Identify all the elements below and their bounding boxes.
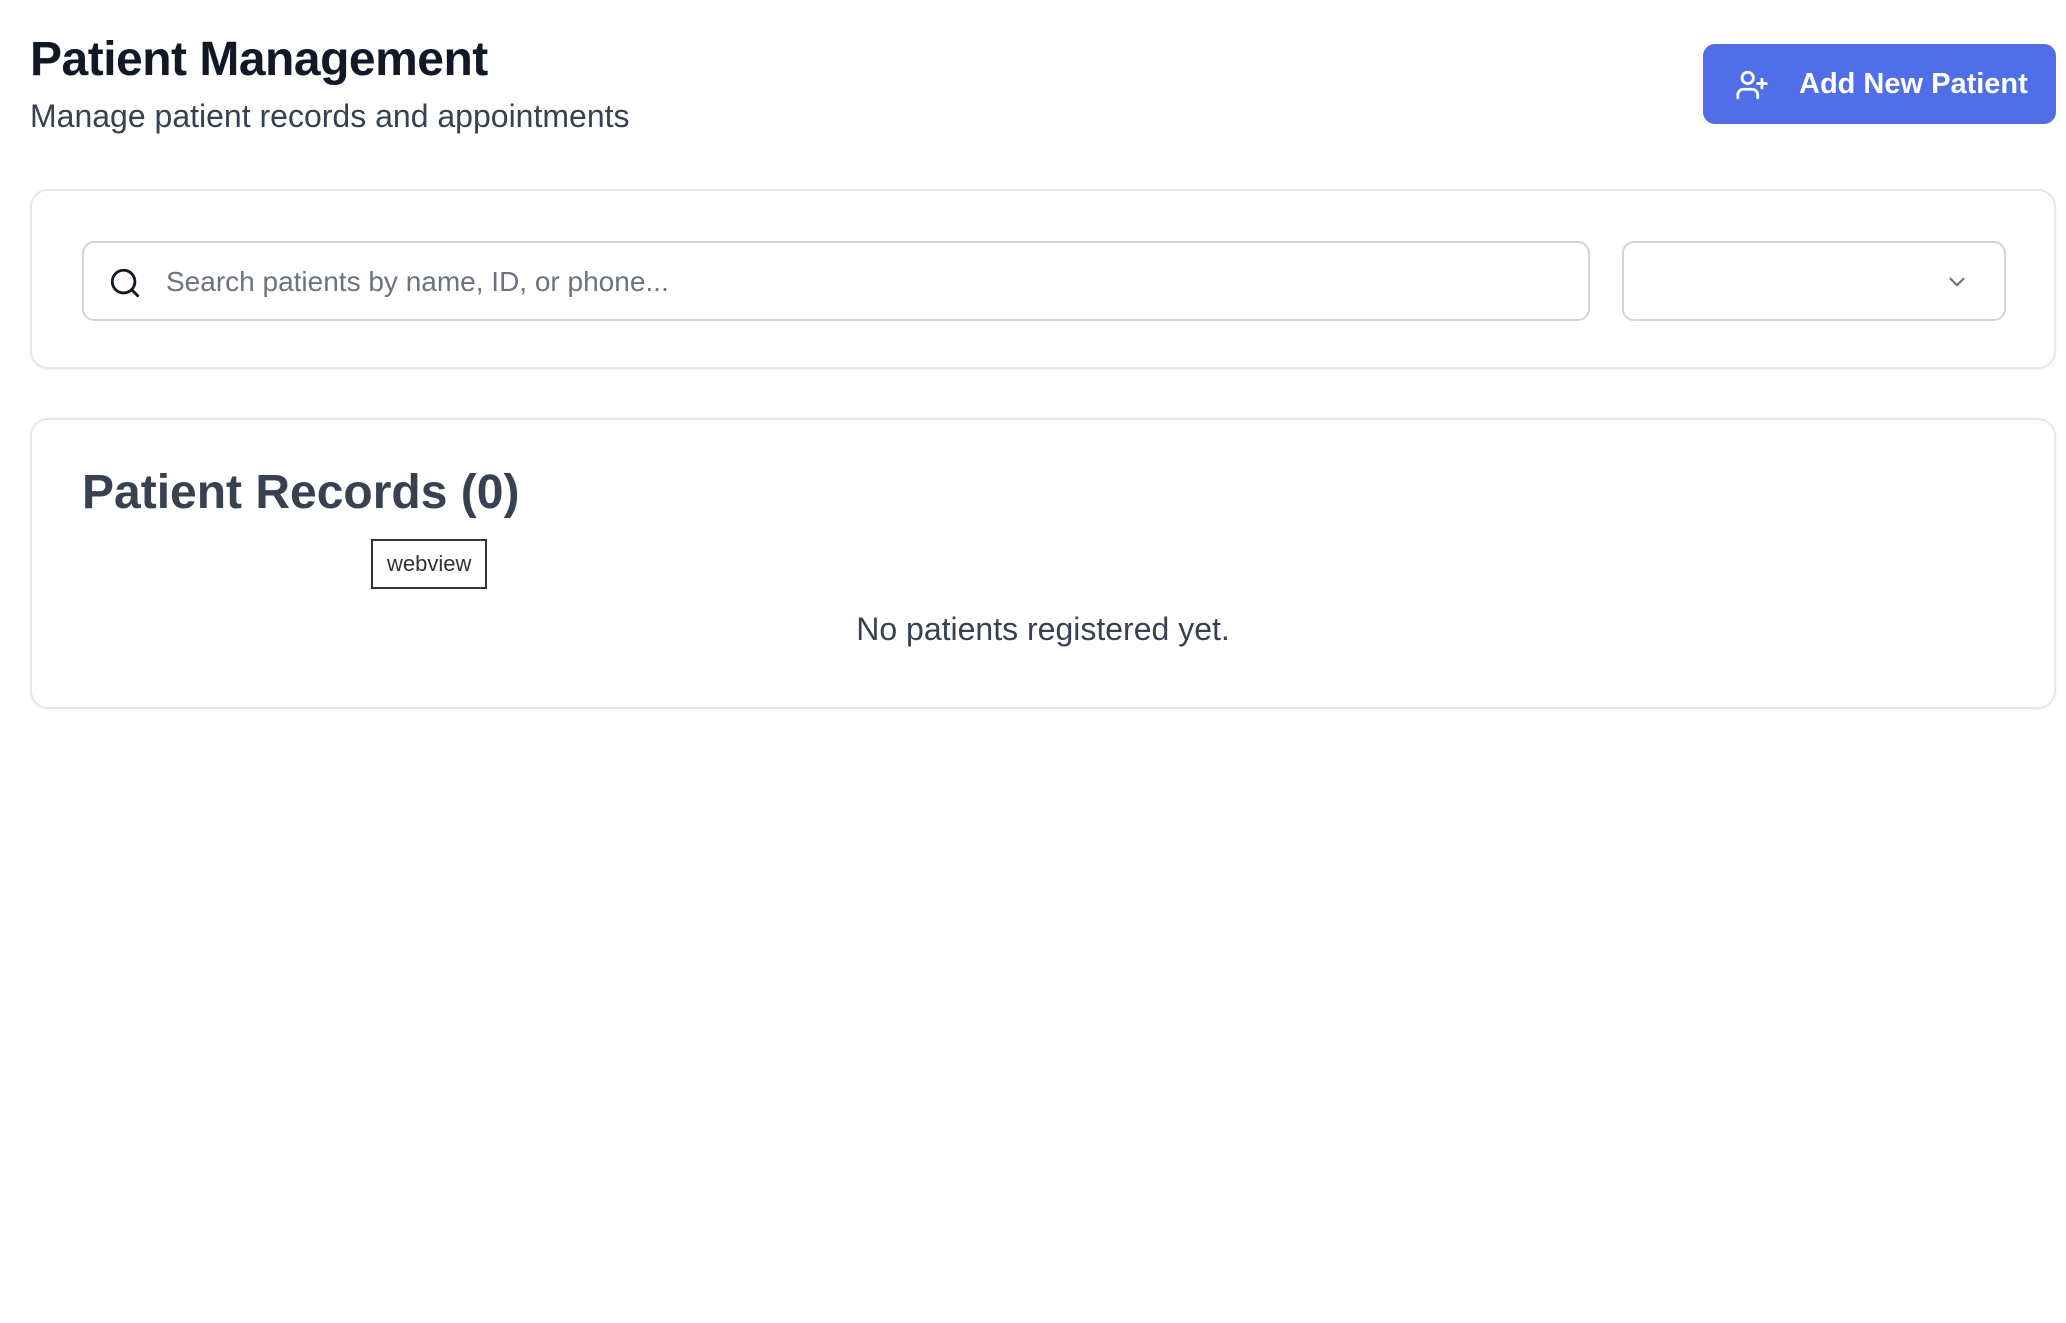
search-input[interactable] <box>164 253 1568 311</box>
records-title: Patient Records (0) <box>82 466 520 519</box>
user-plus-icon <box>1736 70 1768 100</box>
webview-tag: webview <box>371 539 488 589</box>
page-title: Patient Management <box>30 33 488 86</box>
search-filter-card <box>30 189 2056 369</box>
chevron-down-icon <box>1949 277 1965 287</box>
empty-state-message: No patients registered yet. <box>856 611 1230 647</box>
filter-select[interactable] <box>1622 241 2006 321</box>
add-patient-button[interactable]: Add New Patient <box>1703 44 2056 124</box>
page-subtitle: Manage patient records and appointments <box>30 98 630 134</box>
patient-records-card: Patient Records (0) webview No patients … <box>30 418 2056 709</box>
search-box[interactable] <box>82 241 1590 321</box>
add-patient-button-label: Add New Patient <box>1799 68 2028 100</box>
search-icon <box>110 268 140 298</box>
